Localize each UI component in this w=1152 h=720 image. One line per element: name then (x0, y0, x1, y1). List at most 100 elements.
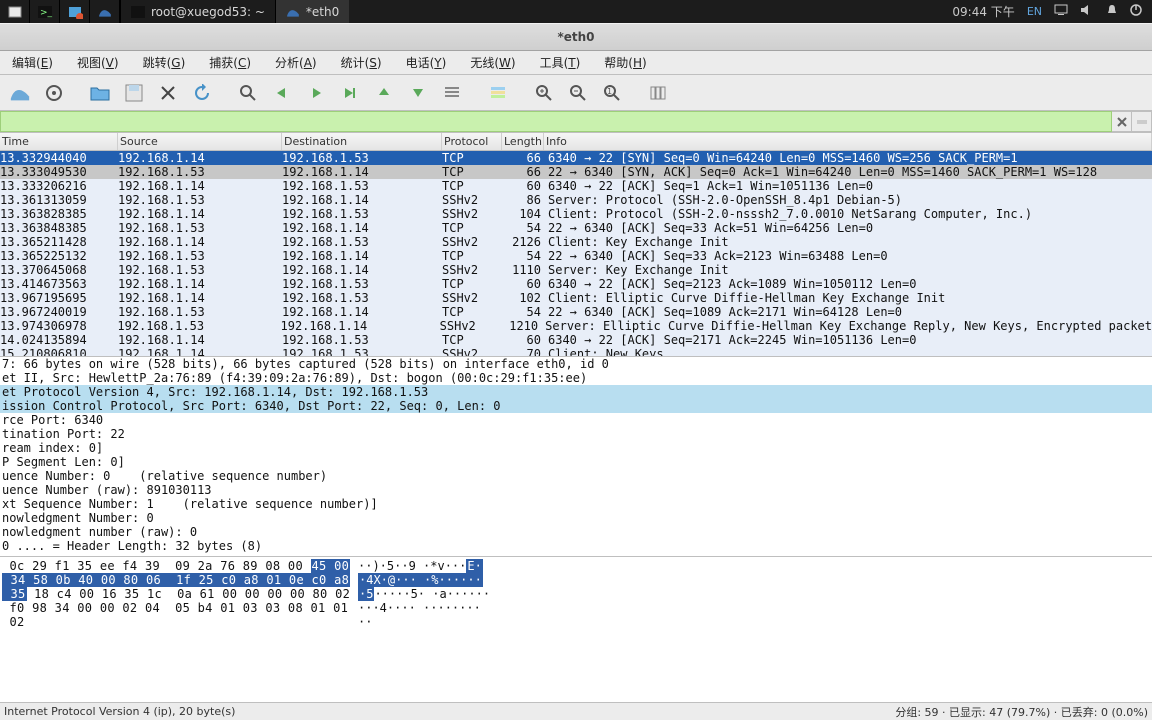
detail-line[interactable]: nowledgment Number: 0 (0, 511, 1152, 525)
menu-s[interactable]: 统计(S) (331, 51, 392, 74)
packet-row[interactable]: 13.333049530192.168.1.53192.168.1.14TCP6… (0, 165, 1152, 179)
menu-y[interactable]: 电话(Y) (396, 51, 457, 74)
display-filter-bar (0, 111, 1152, 133)
packet-row[interactable]: 13.974306978192.168.1.53192.168.1.14SSHv… (0, 319, 1152, 333)
colorize-button[interactable] (484, 79, 512, 107)
hex-row[interactable]: 35 18 c4 00 16 35 1c 0a 61 00 00 00 00 8… (2, 587, 1150, 601)
launcher-terminal[interactable]: >_ (30, 0, 60, 23)
detail-line[interactable]: tination Port: 22 (0, 427, 1152, 441)
clock: 09:44 下午 (952, 3, 1014, 20)
reload-button[interactable] (188, 79, 216, 107)
zoom-in-button[interactable] (530, 79, 558, 107)
detail-line[interactable]: rce Port: 6340 (0, 413, 1152, 427)
go-first-button[interactable] (370, 79, 398, 107)
menu-e[interactable]: 编辑(E) (2, 51, 63, 74)
open-file-button[interactable] (86, 79, 114, 107)
column-header-source[interactable]: Source (118, 133, 282, 150)
taskbar-window-terminal-title: root@xuegod53: ~ (151, 5, 265, 19)
menubar: 编辑(E)视图(V)跳转(G)捕获(C)分析(A)统计(S)电话(Y)无线(W)… (0, 51, 1152, 75)
column-header-length[interactable]: Length (502, 133, 544, 150)
detail-line[interactable]: et II, Src: HewlettP_2a:76:89 (f4:39:09:… (0, 371, 1152, 385)
close-file-button[interactable] (154, 79, 182, 107)
display-icon[interactable] (1054, 4, 1068, 19)
resize-columns-button[interactable] (644, 79, 672, 107)
packet-list-header[interactable]: Time Source Destination Protocol Length … (0, 133, 1152, 151)
taskbar-window-terminal[interactable]: root@xuegod53: ~ (120, 0, 275, 23)
menu-v[interactable]: 视图(V) (67, 51, 129, 74)
hex-row[interactable]: f0 98 34 00 00 02 04 05 b4 01 03 03 08 0… (2, 601, 1150, 615)
column-header-info[interactable]: Info (544, 133, 1152, 150)
filter-apply-button[interactable] (1132, 111, 1152, 132)
power-icon[interactable] (1130, 4, 1142, 19)
detail-line[interactable]: ream index: 0] (0, 441, 1152, 455)
packet-list-pane: Time Source Destination Protocol Length … (0, 133, 1152, 357)
hex-row[interactable]: 02·· (2, 615, 1150, 629)
detail-line[interactable]: et Protocol Version 4, Src: 192.168.1.14… (0, 385, 1152, 399)
launcher-wireshark-icon[interactable] (90, 0, 120, 23)
toolbar: 1 (0, 75, 1152, 111)
detail-line[interactable]: uence Number (raw): 891030113 (0, 483, 1152, 497)
window-titlebar: *eth0 (0, 23, 1152, 51)
detail-line[interactable]: uence Number: 0 (relative sequence numbe… (0, 469, 1152, 483)
display-filter-input[interactable] (0, 111, 1112, 132)
packet-row[interactable]: 13.967240019192.168.1.53192.168.1.14TCP5… (0, 305, 1152, 319)
menu-t[interactable]: 工具(T) (530, 51, 591, 74)
menu-w[interactable]: 无线(W) (460, 51, 525, 74)
packet-row[interactable]: 14.024135894192.168.1.14192.168.1.53TCP6… (0, 333, 1152, 347)
packet-row[interactable]: 13.363828385192.168.1.14192.168.1.53SSHv… (0, 207, 1152, 221)
packet-row[interactable]: 15.210806810192.168.1.14192.168.1.53SSHv… (0, 347, 1152, 356)
find-button[interactable] (234, 79, 262, 107)
detail-line[interactable]: xt Sequence Number: 1 (relative sequence… (0, 497, 1152, 511)
hex-row[interactable]: 34 58 0b 40 00 80 06 1f 25 c0 a8 01 0e c… (2, 573, 1150, 587)
svg-text:1: 1 (607, 87, 612, 96)
statusbar-protocol-label: Internet Protocol Version 4 (ip), 20 byt… (4, 705, 235, 718)
packet-row[interactable]: 13.414673563192.168.1.14192.168.1.53TCP6… (0, 277, 1152, 291)
menu-c[interactable]: 捕获(C) (199, 51, 261, 74)
taskbar-window-wireshark[interactable]: *eth0 (275, 0, 349, 23)
system-top-bar: >_ root@xuegod53: ~ *eth0 09:44 下午 EN (0, 0, 1152, 23)
column-header-destination[interactable]: Destination (282, 133, 442, 150)
detail-line[interactable]: 0 .... = Header Length: 32 bytes (8) (0, 539, 1152, 553)
save-file-button[interactable] (120, 79, 148, 107)
packet-row[interactable]: 13.370645068192.168.1.53192.168.1.14SSHv… (0, 263, 1152, 277)
menu-h[interactable]: 帮助(H) (594, 51, 656, 74)
column-header-time[interactable]: Time (0, 133, 118, 150)
launcher-app1[interactable] (0, 0, 30, 23)
packet-row[interactable]: 13.365225132192.168.1.53192.168.1.14TCP5… (0, 249, 1152, 263)
go-back-button[interactable] (268, 79, 296, 107)
auto-scroll-button[interactable] (438, 79, 466, 107)
hex-row[interactable]: 0c 29 f1 35 ee f4 39 09 2a 76 89 08 00 4… (2, 559, 1150, 573)
packet-details-pane[interactable]: 7: 66 bytes on wire (528 bits), 66 bytes… (0, 357, 1152, 557)
start-capture-button[interactable] (6, 79, 34, 107)
packet-row[interactable]: 13.332944040192.168.1.14192.168.1.53TCP6… (0, 151, 1152, 165)
column-header-protocol[interactable]: Protocol (442, 133, 502, 150)
notifications-icon[interactable] (1106, 4, 1118, 19)
packet-row[interactable]: 13.361313059192.168.1.53192.168.1.14SSHv… (0, 193, 1152, 207)
launcher-app3[interactable] (60, 0, 90, 23)
packet-bytes-pane[interactable]: 0c 29 f1 35 ee f4 39 09 2a 76 89 08 00 4… (0, 557, 1152, 702)
menu-a[interactable]: 分析(A) (265, 51, 327, 74)
detail-line[interactable]: nowledgment number (raw): 0 (0, 525, 1152, 539)
jump-to-button[interactable] (336, 79, 364, 107)
packet-row[interactable]: 13.363848385192.168.1.53192.168.1.14TCP5… (0, 221, 1152, 235)
go-forward-button[interactable] (302, 79, 330, 107)
packet-row[interactable]: 13.967195695192.168.1.14192.168.1.53SSHv… (0, 291, 1152, 305)
packet-row[interactable]: 13.333206216192.168.1.14192.168.1.53TCP6… (0, 179, 1152, 193)
zoom-out-button[interactable] (564, 79, 592, 107)
detail-line[interactable]: P Segment Len: 0] (0, 455, 1152, 469)
zoom-reset-button[interactable]: 1 (598, 79, 626, 107)
svg-text:>_: >_ (40, 8, 53, 18)
statusbar-packet-counts: 分组: 59 · 已显示: 47 (79.7%) · 已丢弃: 0 (0.0%) (895, 704, 1148, 720)
window-title: *eth0 (557, 30, 594, 44)
taskbar-window-wireshark-title: *eth0 (306, 5, 339, 19)
detail-line[interactable]: ission Control Protocol, Src Port: 6340,… (0, 399, 1152, 413)
capture-options-button[interactable] (40, 79, 68, 107)
ime-indicator[interactable]: EN (1027, 5, 1042, 18)
go-last-button[interactable] (404, 79, 432, 107)
volume-icon[interactable] (1080, 4, 1094, 19)
menu-g[interactable]: 跳转(G) (133, 51, 196, 74)
statusbar: Internet Protocol Version 4 (ip), 20 byt… (0, 702, 1152, 720)
detail-line[interactable]: 7: 66 bytes on wire (528 bits), 66 bytes… (0, 357, 1152, 371)
filter-clear-button[interactable] (1112, 111, 1132, 132)
packet-row[interactable]: 13.365211428192.168.1.14192.168.1.53SSHv… (0, 235, 1152, 249)
